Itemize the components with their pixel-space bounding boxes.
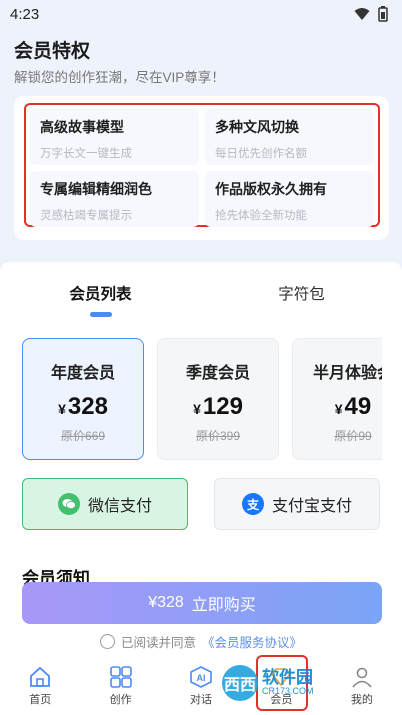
plan-currency: ¥ bbox=[58, 401, 66, 417]
plan-price: ¥328 bbox=[23, 393, 143, 421]
alipay-icon: 支 bbox=[241, 493, 264, 515]
ai-chat-icon: AI bbox=[190, 666, 212, 688]
wechat-pay-label: 微信支付 bbox=[87, 498, 152, 515]
wifi-icon bbox=[354, 8, 370, 20]
plan-name: 季度会员 bbox=[185, 365, 250, 382]
privilege-card: 多种文风切换 每日优先创作名额 bbox=[205, 109, 374, 165]
status-bar: 4:23 bbox=[0, 0, 402, 28]
nav-label: 首页 bbox=[29, 694, 52, 706]
agreement-text: 已阅读并同意 bbox=[120, 636, 196, 650]
privilege-card: 作品版权永久拥有 抢先体验全新功能 bbox=[205, 171, 374, 227]
watermark-name: 软件园 bbox=[262, 667, 313, 687]
privilege-title: 高级故事模型 bbox=[40, 119, 124, 135]
ai-badge: AI bbox=[197, 673, 206, 683]
plan-currency: ¥ bbox=[334, 401, 343, 417]
watermark: 西西 软件园 CR173.COM bbox=[222, 662, 382, 704]
plan-price-value: 49 bbox=[344, 393, 372, 420]
status-time: 4:23 bbox=[10, 5, 40, 23]
watermark-logo: 西西 bbox=[222, 665, 258, 701]
plan-card-quarterly[interactable]: 季度会员 ¥129 原价399 bbox=[157, 338, 279, 460]
plan-name: 半月体验会 bbox=[312, 365, 382, 382]
payment-methods: 微信支付 支 支付宝支付 bbox=[22, 478, 382, 532]
watermark-text: 软件园 CR173.COM bbox=[262, 667, 314, 698]
privilege-title: 多种文风切换 bbox=[215, 119, 299, 135]
agreement-row: 已阅读并同意 《会员服务协议》 bbox=[0, 632, 402, 651]
privileges-panel: 高级故事模型 万字长文一键生成 多种文风切换 每日优先创作名额 专属编辑精细润色… bbox=[14, 96, 389, 240]
plan-card-annual[interactable]: 年度会员 ¥328 原价669 bbox=[22, 338, 144, 460]
grid-icon bbox=[109, 666, 132, 688]
home-icon bbox=[30, 666, 51, 687]
tab-character-pack[interactable]: 字符包 bbox=[201, 262, 402, 320]
privilege-desc: 万字长文一键生成 bbox=[40, 148, 132, 160]
plan-price-value: 129 bbox=[202, 393, 243, 420]
privilege-desc: 灵感枯竭专属提示 bbox=[40, 210, 132, 222]
main-content: 年度会员 ¥328 原价669 季度会员 ¥129 原价399 半月体验会 ¥4… bbox=[0, 320, 402, 715]
plan-original-price: 原价399 bbox=[195, 429, 241, 443]
nav-label: 创作 bbox=[109, 694, 132, 706]
privilege-card: 高级故事模型 万字长文一键生成 bbox=[30, 109, 199, 165]
battery-icon bbox=[378, 6, 388, 22]
plan-original-price: 原价669 bbox=[60, 429, 106, 443]
agreement-link[interactable]: 《会员服务协议》 bbox=[202, 632, 302, 651]
status-icons bbox=[354, 6, 388, 22]
page-subtitle: 解锁您的创作狂潮，尽在VIP尊享！ bbox=[14, 70, 225, 85]
alipay-button[interactable]: 支 支付宝支付 bbox=[214, 478, 380, 530]
privilege-title: 作品版权永久拥有 bbox=[215, 181, 327, 197]
privilege-card: 专属编辑精细润色 灵感枯竭专属提示 bbox=[30, 171, 199, 227]
buy-label: 立即购买 bbox=[191, 597, 256, 614]
buy-now-button[interactable]: ¥328 立即购买 bbox=[22, 582, 382, 624]
plan-price: ¥129 bbox=[158, 393, 278, 421]
watermark-url: CR173.COM bbox=[262, 686, 314, 697]
plan-currency: ¥ bbox=[193, 401, 201, 417]
plan-price: ¥49 bbox=[293, 393, 382, 421]
tab-indicator bbox=[90, 312, 112, 317]
plan-name: 年度会员 bbox=[50, 365, 115, 382]
wechat-icon bbox=[57, 493, 80, 515]
plan-original-price: 原价99 bbox=[334, 429, 372, 443]
plan-price-value: 328 bbox=[67, 393, 108, 420]
plan-card-half-month[interactable]: 半月体验会 ¥49 原价99 bbox=[292, 338, 382, 460]
alipay-label: 支付宝支付 bbox=[271, 498, 352, 515]
agreement-checkbox[interactable] bbox=[99, 634, 115, 649]
nav-item-home[interactable]: 首页 bbox=[0, 655, 80, 715]
nav-item-create[interactable]: 创作 bbox=[80, 655, 160, 715]
privileges-grid: 高级故事模型 万字长文一键生成 多种文风切换 每日优先创作名额 专属编辑精细润色… bbox=[24, 103, 380, 227]
buy-price: ¥328 bbox=[148, 594, 184, 611]
tab-bar: 会员列表 字符包 bbox=[0, 262, 402, 320]
nav-label: 对话 bbox=[190, 694, 213, 706]
wechat-pay-button[interactable]: 微信支付 bbox=[22, 478, 188, 530]
plan-list[interactable]: 年度会员 ¥328 原价669 季度会员 ¥129 原价399 半月体验会 ¥4… bbox=[22, 338, 382, 462]
privilege-desc: 每日优先创作名额 bbox=[215, 148, 307, 160]
page-title: 会员特权 bbox=[14, 41, 91, 62]
privilege-title: 专属编辑精细润色 bbox=[40, 181, 152, 197]
privilege-desc: 抢先体验全新功能 bbox=[215, 210, 307, 222]
